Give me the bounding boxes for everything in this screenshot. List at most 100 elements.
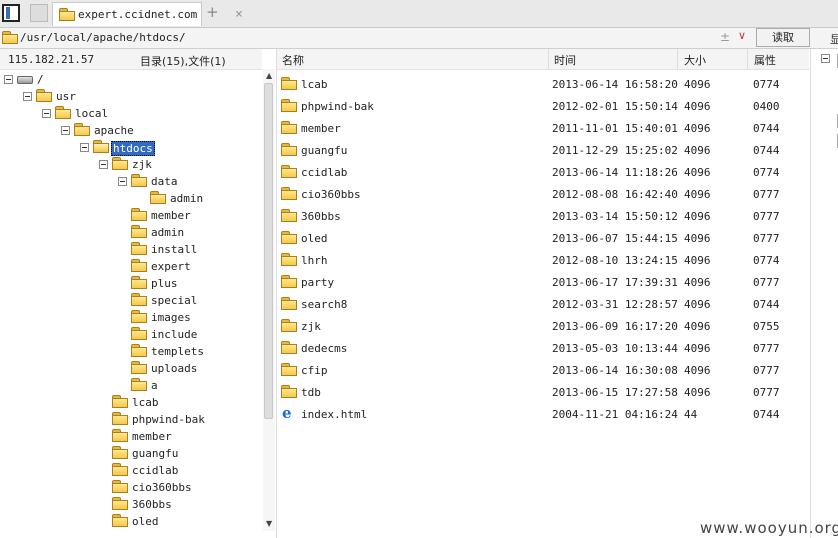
folder-icon (112, 497, 128, 510)
tree-scrollbar[interactable]: ▲ ▼ (263, 69, 275, 531)
file-row[interactable]: search8 2012-03-31 12:28:57 4096 0744 (277, 293, 809, 315)
close-icon[interactable]: × (235, 7, 243, 22)
tree-node[interactable]: phpwind-bak (0, 411, 262, 428)
collapse-icon[interactable] (99, 160, 108, 169)
file-row[interactable]: 360bbs 2013-03-14 15:50:12 4096 0777 (277, 205, 809, 227)
column-divider[interactable] (747, 49, 748, 69)
tree-node[interactable]: admin (0, 190, 262, 207)
panel-toggle-icon[interactable] (2, 4, 20, 22)
tree-node[interactable]: zjk (0, 156, 262, 173)
file-row[interactable]: lhrh 2012-08-10 13:24:15 4096 0774 (277, 249, 809, 271)
tree-node[interactable]: ccidlab (0, 462, 262, 479)
tree-node[interactable]: templets (0, 343, 262, 360)
folder-icon (112, 157, 128, 170)
tree-node[interactable]: oled (0, 513, 262, 530)
column-divider[interactable] (677, 49, 678, 69)
read-button[interactable]: 读取 (756, 28, 810, 47)
file-row[interactable]: ccidlab 2013-06-14 11:18:26 4096 0774 (277, 161, 809, 183)
folder-icon (112, 480, 128, 493)
tree-node[interactable]: apache (0, 122, 262, 139)
file-row[interactable]: lcab 2013-06-14 16:58:20 4096 0774 (277, 73, 809, 95)
tree-node[interactable]: 360bbs (0, 496, 262, 513)
tree-node[interactable]: include (0, 326, 262, 343)
file-row[interactable]: zjk 2013-06-09 16:17:20 4096 0755 (277, 315, 809, 337)
collapse-icon[interactable] (80, 143, 89, 152)
folder-icon (131, 259, 147, 272)
tree-node[interactable]: admin (0, 224, 262, 241)
file-row[interactable]: party 2013-06-17 17:39:31 4096 0777 (277, 271, 809, 293)
folder-icon (2, 31, 18, 44)
file-row[interactable]: member 2011-11-01 15:40:01 4096 0744 (277, 117, 809, 139)
collapse-icon[interactable] (4, 75, 13, 84)
tree-node[interactable]: usr (0, 88, 262, 105)
tree-node[interactable]: / (0, 71, 262, 88)
file-row[interactable]: cfip 2013-06-14 16:30:08 4096 0777 (277, 359, 809, 381)
file-row[interactable]: index.html 2004-11-21 04:16:24 44 0744 (277, 403, 809, 425)
collapse-icon[interactable] (821, 54, 830, 63)
scroll-down-icon[interactable]: ▼ (266, 519, 272, 528)
collapse-icon[interactable] (61, 126, 70, 135)
tree-node[interactable]: images (0, 309, 262, 326)
tree-node[interactable]: lcab (0, 394, 262, 411)
folder-icon (112, 446, 128, 459)
folder-icon (281, 143, 297, 156)
scroll-thumb[interactable] (264, 83, 273, 419)
file-time: 2011-11-01 15:40:01 (552, 122, 678, 135)
tab-expert[interactable]: expert.ccidnet.com × (52, 2, 243, 26)
tree-node[interactable]: htdocs (0, 139, 262, 156)
file-row[interactable]: tdb 2013-06-15 17:27:58 4096 0777 (277, 381, 809, 403)
tree-node[interactable]: cio360bbs (0, 479, 262, 496)
tree-node[interactable]: data (0, 173, 262, 190)
folder-icon (131, 327, 147, 340)
file-time: 2013-06-09 16:17:20 (552, 320, 678, 333)
new-tab-button[interactable]: + (206, 3, 219, 21)
file-row[interactable]: phpwind-bak 2012-02-01 15:50:14 4096 0400 (277, 95, 809, 117)
tree-node[interactable]: local (0, 105, 262, 122)
server-ip: 115.182.21.57 (8, 53, 95, 66)
file-row[interactable]: guangfu 2011-12-29 15:25:02 4096 0744 (277, 139, 809, 161)
file-time: 2013-06-17 17:39:31 (552, 276, 678, 289)
column-divider[interactable] (548, 49, 549, 69)
collapse-icon[interactable] (118, 177, 127, 186)
collapse-icon[interactable] (42, 109, 51, 118)
file-row[interactable]: cio360bbs 2012-08-08 16:42:40 4096 0777 (277, 183, 809, 205)
tree-node[interactable]: member (0, 207, 262, 224)
folder-icon (281, 319, 297, 332)
tree-node[interactable]: expert (0, 258, 262, 275)
tree-node[interactable]: member (0, 428, 262, 445)
file-size: 4096 (684, 122, 711, 135)
folder-icon (281, 275, 297, 288)
tree-node[interactable]: special (0, 292, 262, 309)
folder-icon (281, 385, 297, 398)
tree-node-label: ccidlab (132, 464, 179, 477)
column-attr[interactable]: 属性 (754, 52, 776, 68)
file-time: 2012-02-01 15:50:14 (552, 100, 678, 113)
file-attr: 0777 (753, 232, 780, 245)
chevron-down-icon[interactable]: ∨ (738, 29, 746, 42)
file-name: guangfu (301, 144, 348, 157)
tree-node[interactable]: plus (0, 275, 262, 292)
column-name[interactable]: 名称 (282, 52, 304, 68)
file-row[interactable]: oled 2013-06-07 15:44:15 4096 0777 (277, 227, 809, 249)
file-time: 2013-06-14 11:18:26 (552, 166, 678, 179)
folder-icon (131, 208, 147, 221)
tree-node[interactable]: uploads (0, 360, 262, 377)
file-size: 4096 (684, 210, 711, 223)
file-size: 4096 (684, 298, 711, 311)
tree-node[interactable]: a (0, 377, 262, 394)
collapse-icon[interactable] (23, 92, 32, 101)
scroll-up-icon[interactable]: ▲ (266, 71, 272, 80)
tree-node[interactable]: guangfu (0, 445, 262, 462)
tree-node-label: zjk (132, 158, 152, 171)
directory-panel: 115.182.21.57 目录(15),文件(1) / usr local apac… (0, 49, 277, 538)
plus-minus-icon[interactable]: ± (720, 30, 730, 44)
file-row[interactable]: dedecms 2013-05-03 10:13:44 4096 0777 (277, 337, 809, 359)
file-name: lhrh (301, 254, 328, 267)
file-size: 4096 (684, 166, 711, 179)
column-size[interactable]: 大小 (684, 52, 706, 68)
tree-node[interactable]: install (0, 241, 262, 258)
column-time[interactable]: 时间 (554, 52, 576, 68)
path-input[interactable]: /usr/local/apache/htdocs/ (20, 31, 186, 44)
blank-page-icon[interactable] (30, 4, 48, 22)
file-name: oled (301, 232, 328, 245)
